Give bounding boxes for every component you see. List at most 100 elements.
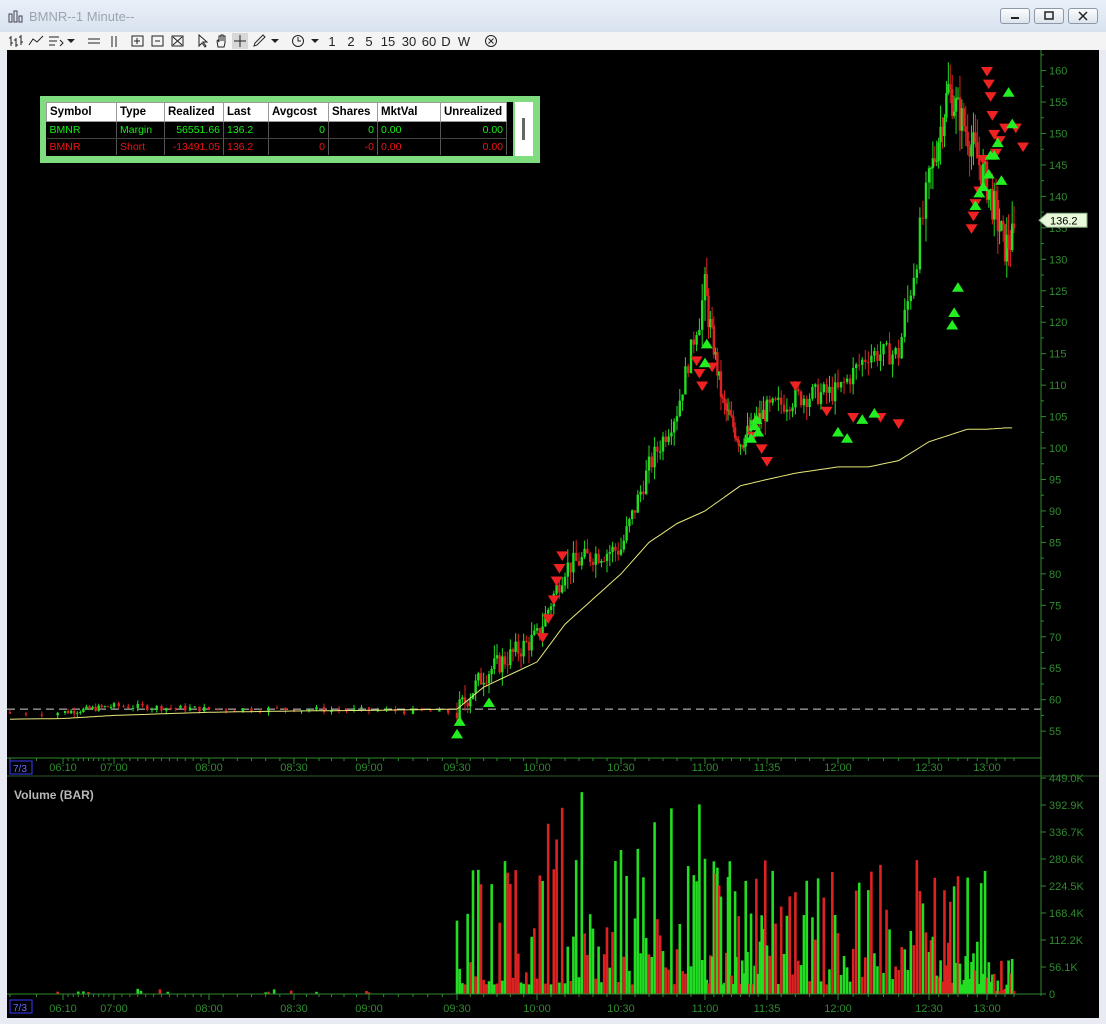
dropdown-icon[interactable] [66, 34, 76, 48]
crosshair-zoom-icon[interactable] [130, 34, 146, 48]
price-candle [909, 295, 912, 302]
cell-avgcost: 0 [268, 138, 329, 155]
price-candle [799, 391, 803, 406]
price-candle [825, 384, 828, 393]
chart-canvas[interactable]: 1601551501451401351301251201151101051009… [7, 50, 1099, 1018]
column-header[interactable]: Type [116, 102, 165, 122]
column-header[interactable]: MktVal [377, 102, 441, 122]
volume-bar [672, 984, 676, 994]
column-header[interactable]: Realized [164, 102, 224, 122]
table-row[interactable]: BMNR Margin 56551.66 136.2 0 0 0.00 0.00 [46, 121, 507, 139]
price-candle [506, 664, 509, 666]
minimize-button[interactable] [1000, 8, 1030, 24]
circle-x-icon[interactable] [484, 34, 498, 48]
price-candle [996, 200, 999, 231]
dropdown-icon[interactable] [270, 34, 280, 48]
price-candle [885, 343, 888, 345]
interval-15[interactable]: 15 [379, 33, 397, 49]
price-candle [198, 706, 201, 712]
price-candle [458, 699, 461, 719]
interval-1[interactable]: 1 [326, 33, 338, 49]
price-candle [710, 319, 714, 326]
pencil-icon[interactable] [252, 34, 268, 48]
price-candle [836, 382, 840, 388]
interval-30[interactable]: 30 [400, 33, 418, 49]
chart-style-icon[interactable] [48, 34, 64, 48]
title-bar: BMNR--1 Minute-- [0, 0, 1106, 32]
compress-icon[interactable] [170, 34, 186, 48]
positions-table: Symbol Type Realized Last Avgcost Shares… [46, 102, 513, 156]
price-candle [628, 519, 631, 527]
volume-bar [703, 858, 707, 994]
cursor-icon[interactable] [196, 34, 210, 48]
interval-day[interactable]: D [440, 33, 452, 49]
expand-icon[interactable] [150, 34, 166, 48]
volume-bar [461, 983, 464, 994]
hand-icon[interactable] [214, 34, 228, 48]
price-candle [695, 335, 698, 345]
bar-chart-icon[interactable] [8, 34, 24, 48]
volume-bar [485, 984, 488, 994]
column-header[interactable]: Unrealized [440, 102, 507, 122]
volume-bar [924, 932, 928, 994]
dropdown-icon[interactable] [310, 34, 320, 48]
volume-bar [799, 965, 803, 994]
price-candle [888, 343, 891, 365]
interval-60[interactable]: 60 [420, 33, 438, 49]
interval-5[interactable]: 5 [363, 33, 375, 49]
volume-bar [653, 822, 656, 994]
volume-time-tick-label: 12:30 [915, 1003, 943, 1015]
interval-2[interactable]: 2 [345, 33, 357, 49]
price-candle [569, 562, 572, 573]
column-header[interactable]: Symbol [46, 102, 117, 122]
volume-bar [544, 983, 547, 994]
column-header[interactable]: Shares [328, 102, 378, 122]
time-tick-label: 11:00 [692, 762, 719, 774]
volume-bar [796, 960, 800, 994]
price-candle [127, 706, 130, 709]
price-candle [867, 362, 870, 364]
line-chart-icon[interactable] [28, 34, 44, 48]
vertical-lines-icon[interactable] [106, 34, 122, 48]
volume-bar [811, 917, 814, 994]
price-candle [631, 510, 634, 520]
volume-bar [912, 945, 916, 994]
table-scrollbar[interactable] [515, 102, 533, 156]
column-header[interactable]: Last [223, 102, 269, 122]
maximize-button[interactable] [1034, 8, 1064, 24]
volume-tick-label: 280.6K [1049, 854, 1085, 866]
price-candle [670, 432, 673, 437]
price-candle [851, 367, 855, 385]
price-tick-label: 75 [1049, 600, 1061, 612]
volume-bar [136, 988, 140, 994]
volume-bar [546, 823, 550, 994]
volume-bar [625, 875, 628, 994]
volume-bar [647, 954, 651, 994]
price-tick-label: 90 [1049, 506, 1061, 518]
cell-unrealized: 0.00 [440, 121, 507, 139]
price-candle [586, 548, 589, 554]
volume-bar [737, 916, 740, 994]
price-candle [653, 446, 656, 468]
horizontal-lines-icon[interactable] [86, 34, 102, 48]
volume-bar [628, 970, 631, 994]
close-button[interactable] [1068, 8, 1098, 24]
volume-tick-label: 112.2K [1049, 935, 1084, 947]
volume-tick-label: 224.5K [1049, 881, 1085, 893]
price-candle [915, 269, 919, 278]
column-header[interactable]: Avgcost [268, 102, 329, 122]
volume-time-tick-label: 13:00 [973, 1003, 1001, 1015]
volume-bar [667, 969, 670, 994]
clock-icon[interactable] [291, 34, 307, 48]
price-candle [678, 400, 681, 417]
crosshair-icon[interactable] [232, 33, 248, 49]
price-candle [315, 707, 318, 710]
interval-week[interactable]: W [457, 33, 471, 49]
volume-bar [765, 945, 769, 994]
price-candle [725, 403, 728, 411]
volume-time-tick-label: 11:35 [754, 1003, 781, 1015]
volume-tick-label: 392.9K [1049, 800, 1085, 812]
price-candle [184, 705, 187, 711]
volume-bar [549, 984, 553, 994]
table-row[interactable]: BMNR Short -13491.05 136.2 0 -0 0.00 0.0… [46, 138, 507, 155]
